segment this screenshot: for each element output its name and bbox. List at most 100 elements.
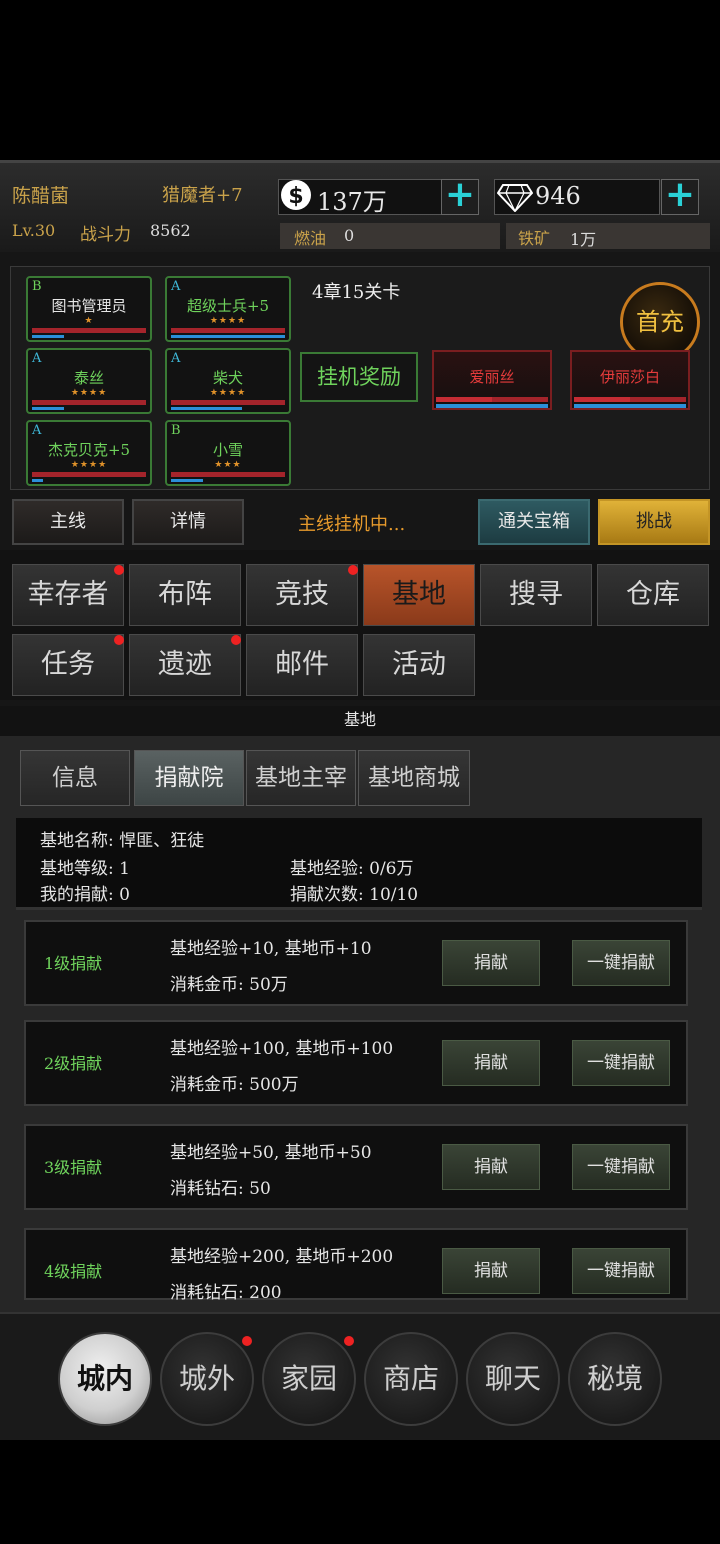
donate-all-button[interactable]: 一键捐献 (572, 1144, 670, 1190)
donation-reward: 基地经验+100, 基地币+100 (170, 1039, 394, 1059)
member-hp-bar (32, 472, 146, 477)
idle-reward-button[interactable]: 挂机奖励 (300, 352, 418, 402)
member-grade: B (32, 279, 42, 294)
donate-all-button[interactable]: 一键捐献 (572, 1040, 670, 1086)
notification-dot (231, 635, 241, 645)
power-label: 战斗力 (80, 225, 131, 245)
member-hp-bar (171, 400, 285, 405)
add-diamond-button[interactable]: + (661, 177, 699, 215)
player-name: 陈醋菌 (12, 185, 70, 207)
member-stars: ★★★★ (70, 460, 108, 470)
donation-row: 1级捐献 基地经验+10, 基地币+10 消耗金币: 50万 捐献 一键捐献 (24, 920, 688, 1006)
nav-item[interactable]: 商店 (364, 1332, 458, 1426)
tab-donation-hall[interactable]: 捐献院 (134, 750, 244, 806)
donation-level: 3级捐献 (44, 1158, 103, 1177)
fuel-display: 燃油 0 (280, 223, 500, 249)
fuel-value: 0 (344, 226, 355, 245)
details-button[interactable]: 详情 (132, 499, 244, 545)
donate-all-button[interactable]: 一键捐献 (572, 1248, 670, 1294)
clear-chest-button[interactable]: 通关宝箱 (478, 499, 590, 545)
tab-info[interactable]: 信息 (20, 750, 130, 806)
enemy-hp-bar (436, 397, 548, 402)
member-mp-bar (32, 479, 43, 482)
nav-item[interactable]: 城内 (58, 1332, 152, 1426)
menu-item[interactable]: 活动 (363, 634, 475, 696)
donation-reward: 基地经验+10, 基地币+10 (170, 939, 372, 959)
member-mp-bar (171, 479, 203, 482)
enemy-name: 爱丽丝 (469, 368, 515, 386)
base-level: 基地等级: 1 (40, 859, 130, 879)
enemy-card[interactable]: 伊丽莎白 (570, 350, 690, 410)
donation-level: 4级捐献 (44, 1262, 103, 1281)
gold-value: 137万 (317, 188, 387, 216)
member-stars: ★★★★ (209, 316, 247, 326)
donation-row: 2级捐献 基地经验+100, 基地币+100 消耗金币: 500万 捐献 一键捐献 (24, 1020, 688, 1106)
base-exp: 基地经验: 0/6万 (290, 859, 414, 879)
member-hp-bar (171, 328, 285, 333)
donation-level: 1级捐献 (44, 954, 103, 973)
my-donation: 我的捐献: 0 (40, 885, 130, 905)
tab-base-master[interactable]: 基地主宰 (246, 750, 356, 806)
enemy-card[interactable]: 爱丽丝 (432, 350, 552, 410)
mainline-button[interactable]: 主线 (12, 499, 124, 545)
donation-reward: 基地经验+200, 基地币+200 (170, 1247, 394, 1267)
member-grade: B (171, 423, 181, 438)
donate-all-button[interactable]: 一键捐献 (572, 940, 670, 986)
menu-item[interactable]: 搜寻 (480, 564, 592, 626)
member-name: 图书管理员 (51, 297, 127, 315)
team-member-card[interactable]: B 小雪 ★★★ (165, 420, 291, 486)
donation-cost: 消耗钻石: 200 (170, 1283, 282, 1303)
tab-base-shop[interactable]: 基地商城 (358, 750, 470, 806)
donate-button[interactable]: 捐献 (442, 1040, 540, 1086)
challenge-button[interactable]: 挑战 (598, 499, 710, 545)
member-hp-bar (171, 472, 285, 477)
menu-item[interactable]: 布阵 (129, 564, 241, 626)
donate-button[interactable]: 捐献 (442, 940, 540, 986)
menu-item[interactable]: 遗迹 (129, 634, 241, 696)
menu-item[interactable]: 任务 (12, 634, 124, 696)
nav-item[interactable]: 秘境 (568, 1332, 662, 1426)
member-name: 小雪 (212, 441, 243, 459)
menu-item[interactable]: 邮件 (246, 634, 358, 696)
menu-item[interactable]: 竞技 (246, 564, 358, 626)
member-hp-bar (32, 328, 146, 333)
member-name: 超级士兵+5 (186, 297, 270, 315)
member-grade: A (32, 351, 42, 366)
donation-cost: 消耗钻石: 50 (170, 1179, 271, 1199)
donation-reward: 基地经验+50, 基地币+50 (170, 1143, 372, 1163)
team-member-card[interactable]: A 超级士兵+5 ★★★★ (165, 276, 291, 342)
base-info-box: 基地名称: 悍匪、狂徒 基地等级: 1 基地经验: 0/6万 我的捐献: 0 捐… (16, 818, 702, 910)
menu-item[interactable]: 基地 (363, 564, 475, 626)
team-member-card[interactable]: B 图书管理员 ★ (26, 276, 152, 342)
member-name: 泰丝 (73, 369, 104, 387)
member-hp-bar (32, 400, 146, 405)
add-gold-button[interactable]: + (441, 177, 479, 215)
player-title: 猎魔者+7 (162, 185, 243, 206)
notification-dot (114, 565, 124, 575)
team-member-card[interactable]: A 杰克贝克+5 ★★★★ (26, 420, 152, 486)
member-stars: ★ (84, 316, 94, 326)
section-title: 基地 (0, 706, 720, 736)
notification-dot (344, 1336, 354, 1346)
team-member-card[interactable]: A 柴犬 ★★★★ (165, 348, 291, 414)
member-name: 柴犬 (212, 369, 243, 387)
member-mp-bar (171, 335, 285, 338)
team-member-card[interactable]: A 泰丝 ★★★★ (26, 348, 152, 414)
notification-dot (242, 1336, 252, 1346)
member-stars: ★★★★ (70, 388, 108, 398)
donate-button[interactable]: 捐献 (442, 1144, 540, 1190)
nav-item[interactable]: 城外 (160, 1332, 254, 1426)
enemy-hp-bar (574, 397, 686, 402)
donation-count: 捐献次数: 10/10 (290, 885, 419, 905)
diamond-display: 946 (494, 179, 660, 215)
iron-label: 铁矿 (518, 229, 551, 248)
svg-text:$: $ (288, 184, 303, 209)
donation-row: 4级捐献 基地经验+200, 基地币+200 消耗钻石: 200 捐献 一键捐献 (24, 1228, 688, 1303)
menu-item[interactable]: 幸存者 (12, 564, 124, 626)
donate-button[interactable]: 捐献 (442, 1248, 540, 1294)
nav-item[interactable]: 家园 (262, 1332, 356, 1426)
donation-row: 3级捐献 基地经验+50, 基地币+50 消耗钻石: 50 捐献 一键捐献 (24, 1124, 688, 1210)
menu-item[interactable]: 仓库 (597, 564, 709, 626)
nav-item[interactable]: 聊天 (466, 1332, 560, 1426)
diamond-value: 946 (535, 182, 581, 210)
